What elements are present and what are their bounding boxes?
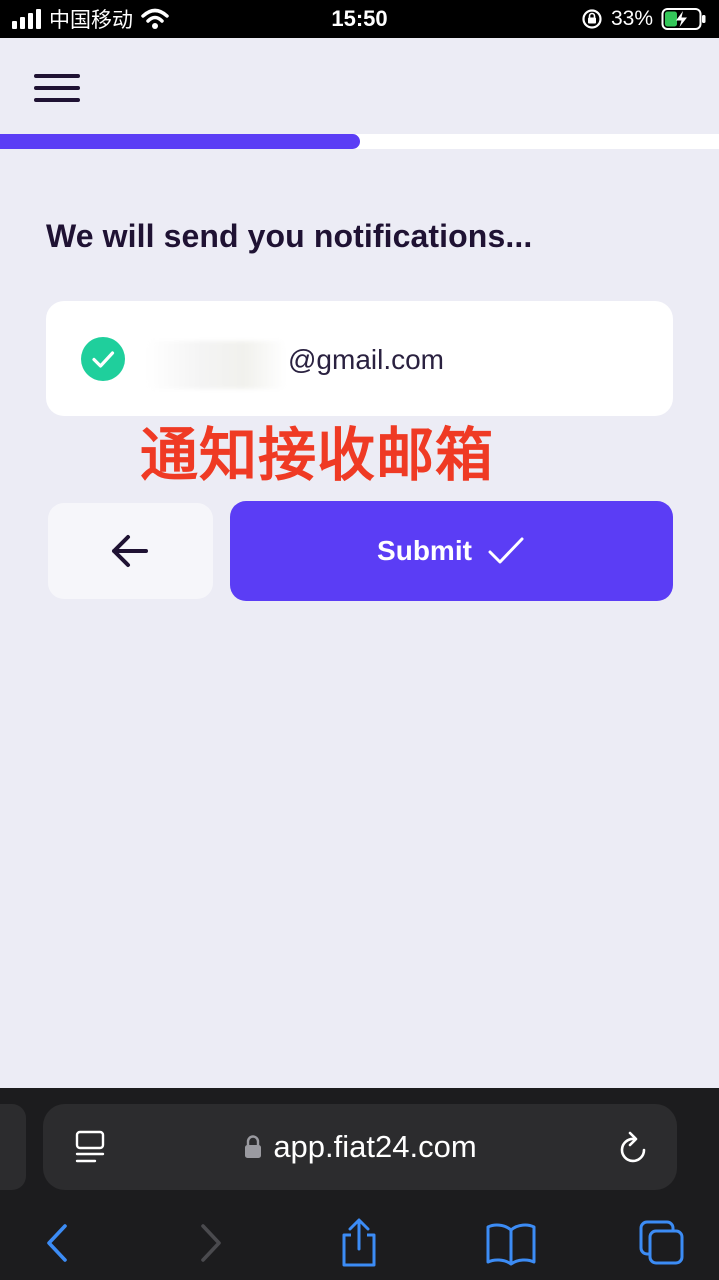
bookmarks-button[interactable] [485, 1218, 536, 1268]
chevron-left-icon [47, 1224, 67, 1262]
lock-icon [243, 1134, 263, 1160]
chevron-right-icon [201, 1224, 221, 1262]
browser-toolbar: app.fiat24.com [0, 1088, 719, 1280]
tabs-icon [639, 1220, 684, 1265]
reload-icon[interactable] [617, 1128, 651, 1166]
email-redacted-part [146, 341, 286, 389]
progress-bar-fill [0, 134, 360, 149]
arrow-left-icon [112, 535, 148, 567]
previous-tab-peek[interactable] [0, 1104, 26, 1190]
submit-label: Submit [377, 535, 472, 566]
share-icon [342, 1218, 376, 1267]
orientation-lock-icon [581, 8, 603, 30]
book-icon [486, 1223, 536, 1266]
battery-charging-icon [661, 7, 707, 31]
progress-bar [0, 134, 719, 149]
status-bar: 中国移动 15:50 33% [0, 0, 719, 38]
email-address: @gmail.com [288, 344, 445, 375]
nav-forward-button[interactable] [184, 1218, 234, 1268]
url-text: app.fiat24.com [273, 1129, 477, 1164]
app-header [0, 38, 719, 134]
battery-percentage: 33% [610, 7, 653, 30]
share-button[interactable] [334, 1218, 384, 1268]
check-circle-icon [81, 337, 125, 381]
page-heading: We will send you notifications... [46, 218, 533, 254]
hamburger-menu-icon[interactable] [34, 74, 80, 106]
back-button[interactable] [48, 503, 213, 599]
email-option-card[interactable]: @gmail.com [46, 301, 673, 416]
status-right: 33% [581, 0, 707, 38]
browser-nav-row [0, 1200, 719, 1280]
address-bar[interactable]: app.fiat24.com [43, 1104, 677, 1190]
nav-back-button[interactable] [34, 1218, 84, 1268]
checkmark-icon [488, 537, 524, 564]
tabs-button[interactable] [637, 1218, 687, 1268]
url-display[interactable]: app.fiat24.com [43, 1104, 677, 1190]
annotation-label: 通知接收邮箱 [140, 421, 495, 489]
submit-button[interactable]: Submit [230, 501, 673, 601]
